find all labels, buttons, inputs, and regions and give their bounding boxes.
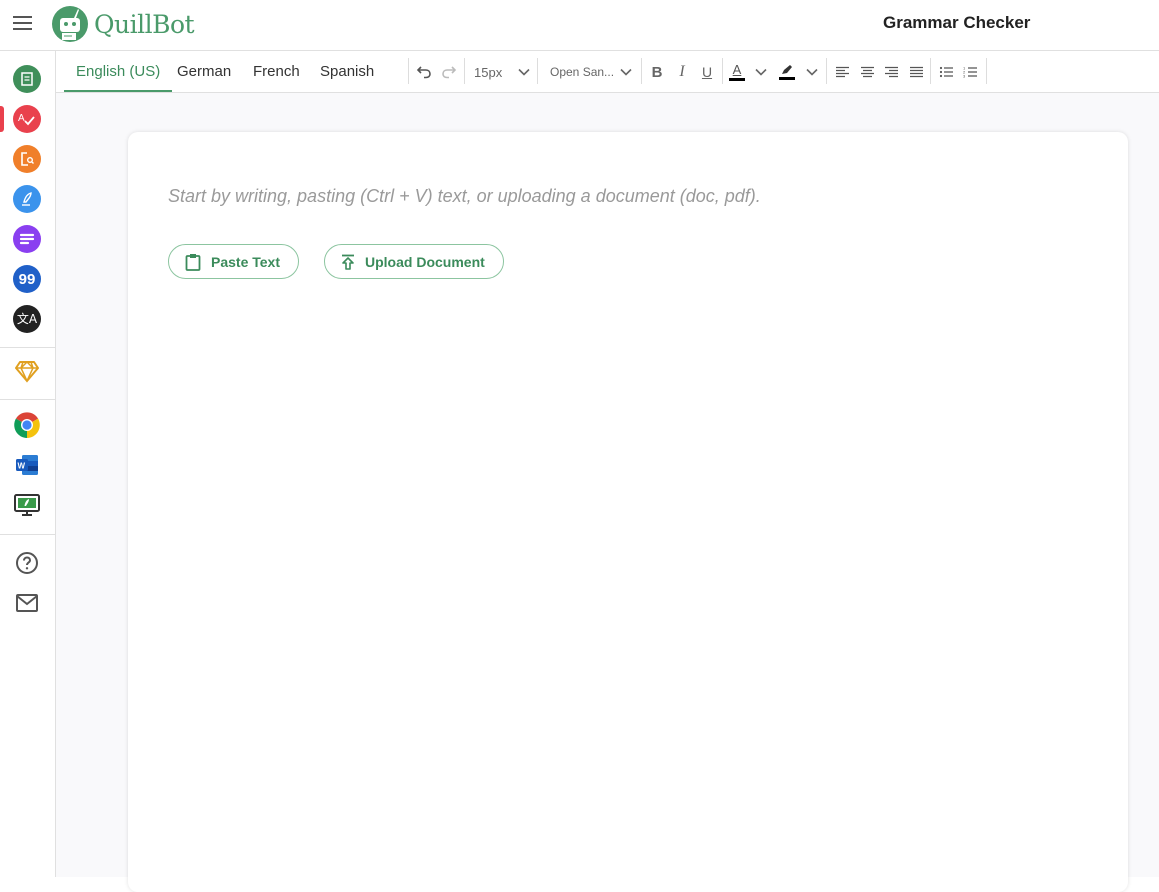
chevron-down-icon <box>620 68 632 76</box>
sidebar-item-desktop-app[interactable] <box>13 491 41 519</box>
quote-icon: 99 <box>18 270 36 288</box>
sidebar-item-plagiarism-checker[interactable] <box>13 145 41 173</box>
clipboard-icon <box>185 253 201 271</box>
redo-button[interactable] <box>439 60 459 84</box>
undo-button[interactable] <box>414 60 434 84</box>
sidebar-item-contact[interactable] <box>13 589 41 617</box>
tab-german[interactable]: German <box>165 51 243 92</box>
editor-placeholder[interactable]: Start by writing, pasting (Ctrl + V) tex… <box>168 186 761 207</box>
tab-english-us[interactable]: English (US) <box>64 51 173 92</box>
redo-icon <box>442 66 457 79</box>
hamburger-icon[interactable] <box>13 16 32 32</box>
word-icon: W <box>16 455 38 475</box>
quillbot-robot-icon <box>52 6 88 42</box>
page-title: Grammar Checker <box>883 13 1031 32</box>
sidebar-item-summarizer[interactable] <box>13 225 41 253</box>
diamond-icon <box>15 360 39 383</box>
grammar-check-icon: A <box>18 113 35 126</box>
toolbar-divider <box>464 58 465 84</box>
upload-document-label: Upload Document <box>365 253 485 270</box>
font-size-select[interactable]: 15px <box>474 60 530 84</box>
underline-button[interactable]: U <box>698 60 716 84</box>
align-center-button[interactable] <box>858 60 876 84</box>
bullet-list-button[interactable] <box>937 60 955 84</box>
sidebar-divider <box>0 399 56 400</box>
align-center-icon <box>860 66 874 78</box>
toolbar-divider <box>722 58 723 84</box>
desktop-icon <box>14 494 40 516</box>
sidebar-item-word-addin[interactable]: W <box>13 451 41 479</box>
chevron-down-icon <box>806 68 818 76</box>
font-size-value: 15px <box>474 64 503 80</box>
quillbot-logo[interactable]: QuillBot <box>52 6 195 42</box>
svg-text:W: W <box>18 462 26 471</box>
sidebar-item-citation-generator[interactable]: 99 <box>13 265 41 293</box>
align-justify-icon <box>909 66 923 78</box>
toolbar-divider <box>930 58 931 84</box>
highlight-button[interactable] <box>778 60 796 84</box>
brand-name: QuillBot <box>94 9 195 39</box>
chrome-icon <box>14 412 40 438</box>
align-left-button[interactable] <box>833 60 851 84</box>
text-color-icon: A <box>732 62 742 77</box>
svg-text:3: 3 <box>963 74 966 79</box>
editor-panel[interactable]: Start by writing, pasting (Ctrl + V) tex… <box>128 132 1128 892</box>
chevron-down-icon <box>755 68 767 76</box>
align-right-button[interactable] <box>882 60 900 84</box>
highlighter-icon <box>782 65 792 74</box>
svg-text:A: A <box>18 113 25 124</box>
chevron-down-icon <box>518 68 530 76</box>
top-bar: QuillBot Grammar Checker <box>0 0 1159 51</box>
text-color-button[interactable]: A <box>728 60 746 84</box>
sidebar-item-chrome-extension[interactable] <box>13 411 41 439</box>
font-family-value: Open San... <box>550 65 615 79</box>
align-left-icon <box>835 66 849 78</box>
paraphraser-icon <box>21 72 33 86</box>
mail-icon <box>16 594 38 612</box>
numbered-list-icon: 123 <box>963 66 977 79</box>
justify-button[interactable] <box>907 60 925 84</box>
quill-pen-icon <box>22 192 32 206</box>
paste-text-button[interactable]: Paste Text <box>168 244 299 279</box>
summarizer-icon <box>19 233 35 245</box>
italic-button[interactable]: I <box>673 60 691 84</box>
help-icon <box>16 552 38 574</box>
sidebar: A 99 文A W <box>0 51 56 877</box>
translate-icon: 文A <box>16 312 38 326</box>
text-color-swatch <box>729 78 745 81</box>
upload-icon <box>342 254 354 270</box>
plagiarism-icon <box>21 152 34 166</box>
sidebar-divider <box>0 534 56 535</box>
font-family-select[interactable]: Open San... <box>550 60 632 84</box>
sidebar-item-co-writer[interactable] <box>13 185 41 213</box>
bullet-list-icon <box>939 66 953 78</box>
sidebar-divider <box>0 347 56 348</box>
align-right-icon <box>884 66 898 78</box>
sidebar-item-grammar-checker[interactable]: A <box>13 105 41 133</box>
toolbar-divider <box>826 58 827 84</box>
tab-spanish[interactable]: Spanish <box>308 51 386 92</box>
highlight-dropdown[interactable] <box>804 60 820 84</box>
sidebar-item-paraphraser[interactable] <box>13 65 41 93</box>
toolbar-divider <box>986 58 987 84</box>
toolbar-divider <box>641 58 642 84</box>
sidebar-item-premium[interactable] <box>13 357 41 385</box>
undo-icon <box>416 66 431 79</box>
numbered-list-button[interactable]: 123 <box>961 60 979 84</box>
tab-french[interactable]: French <box>241 51 312 92</box>
sidebar-item-translator[interactable]: 文A <box>13 305 41 333</box>
editor-toolbar: English (US) German French Spanish 15px … <box>56 51 1159 93</box>
toolbar-divider <box>537 58 538 84</box>
active-indicator <box>0 106 4 132</box>
sidebar-item-help[interactable] <box>13 549 41 577</box>
text-color-dropdown[interactable] <box>753 60 769 84</box>
upload-document-button[interactable]: Upload Document <box>324 244 504 279</box>
toolbar-divider <box>408 58 409 84</box>
bold-button[interactable]: B <box>648 60 666 84</box>
paste-text-label: Paste Text <box>211 253 280 270</box>
highlight-color-swatch <box>779 77 795 80</box>
